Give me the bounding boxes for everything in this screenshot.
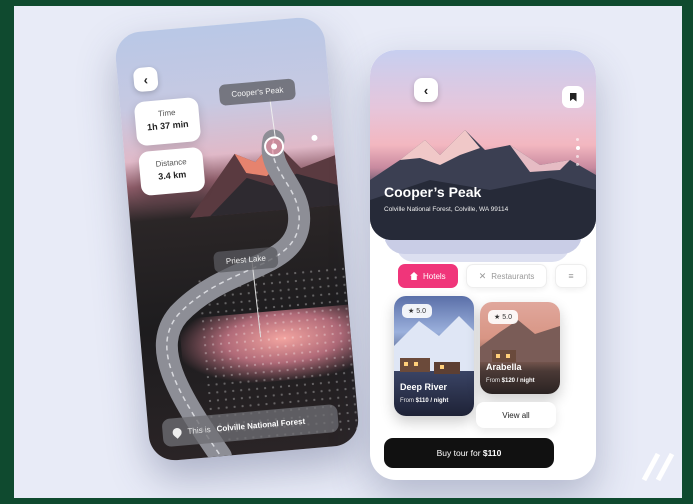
category-tabs: Hotels ✕ Restaurants ≡	[398, 264, 587, 288]
bookmark-icon	[569, 92, 577, 102]
detail-screen: ‹ Cooper’s Peak Colville National Forest…	[370, 50, 596, 480]
hotel-price: From $120 / night	[486, 378, 535, 384]
distance-stat: Distance 3.4 km	[138, 146, 206, 197]
brand-logo-icon	[641, 452, 675, 482]
buy-tour-button[interactable]: Buy tour for $110	[384, 438, 554, 468]
tab-hotels-label: Hotels	[423, 271, 446, 281]
home-icon	[410, 272, 418, 280]
place-title: Cooper’s Peak	[384, 184, 482, 200]
hotel-price: From $110 / night	[400, 398, 449, 404]
pager-dot	[576, 163, 579, 166]
rating-badge: ★ 5.0	[402, 304, 432, 318]
star-icon: ★	[408, 308, 415, 315]
back-button[interactable]: ‹	[414, 78, 438, 102]
bookmark-button[interactable]	[562, 86, 584, 108]
buy-label: Buy tour for	[436, 448, 481, 458]
tab-hotels[interactable]: Hotels	[398, 264, 458, 288]
chevron-left-icon: ‹	[142, 71, 149, 88]
time-stat: Time 1h 37 min	[133, 96, 202, 147]
time-value: 1h 37 min	[146, 118, 189, 133]
location-prefix: This is	[187, 424, 211, 436]
location-pin-icon	[170, 425, 184, 439]
distance-value: 3.4 km	[157, 169, 187, 182]
mountain-photo	[370, 130, 596, 240]
tab-restaurants[interactable]: ✕ Restaurants	[465, 264, 548, 288]
star-icon: ★	[494, 314, 501, 321]
more-icon: ≡	[568, 271, 574, 281]
tab-more[interactable]: ≡	[555, 264, 587, 288]
tab-restaurants-label: Restaurants	[491, 271, 535, 281]
pager-dot	[576, 138, 579, 141]
rating-badge: ★ 5.0	[488, 310, 518, 324]
hotel-card-deep-river[interactable]: ★ 5.0 Deep River From $110 / night	[394, 296, 474, 416]
image-pager	[576, 138, 580, 166]
buy-price: $110	[482, 448, 502, 458]
pager-dot	[576, 155, 579, 158]
back-button[interactable]: ‹	[132, 66, 159, 93]
place-address: Colville National Forest, Colville, WA 9…	[384, 206, 509, 213]
canvas: ‹ Time 1h 37 min Distance 3.4 km Cooper'…	[14, 6, 682, 498]
map-screen: ‹ Time 1h 37 min Distance 3.4 km Cooper'…	[113, 15, 361, 463]
hotel-card-arabella[interactable]: ★ 5.0 Arabella From $120 / night	[480, 302, 560, 394]
hotel-name: Deep River	[400, 382, 448, 392]
view-all-button[interactable]: View all	[476, 402, 556, 428]
pager-dot-active	[576, 146, 580, 150]
hero-image: ‹ Cooper’s Peak Colville National Forest…	[370, 50, 596, 240]
hotel-name: Arabella	[486, 362, 522, 372]
cutlery-icon: ✕	[478, 270, 487, 281]
location-name: Colville National Forest	[216, 416, 306, 433]
chevron-left-icon: ‹	[423, 82, 429, 98]
